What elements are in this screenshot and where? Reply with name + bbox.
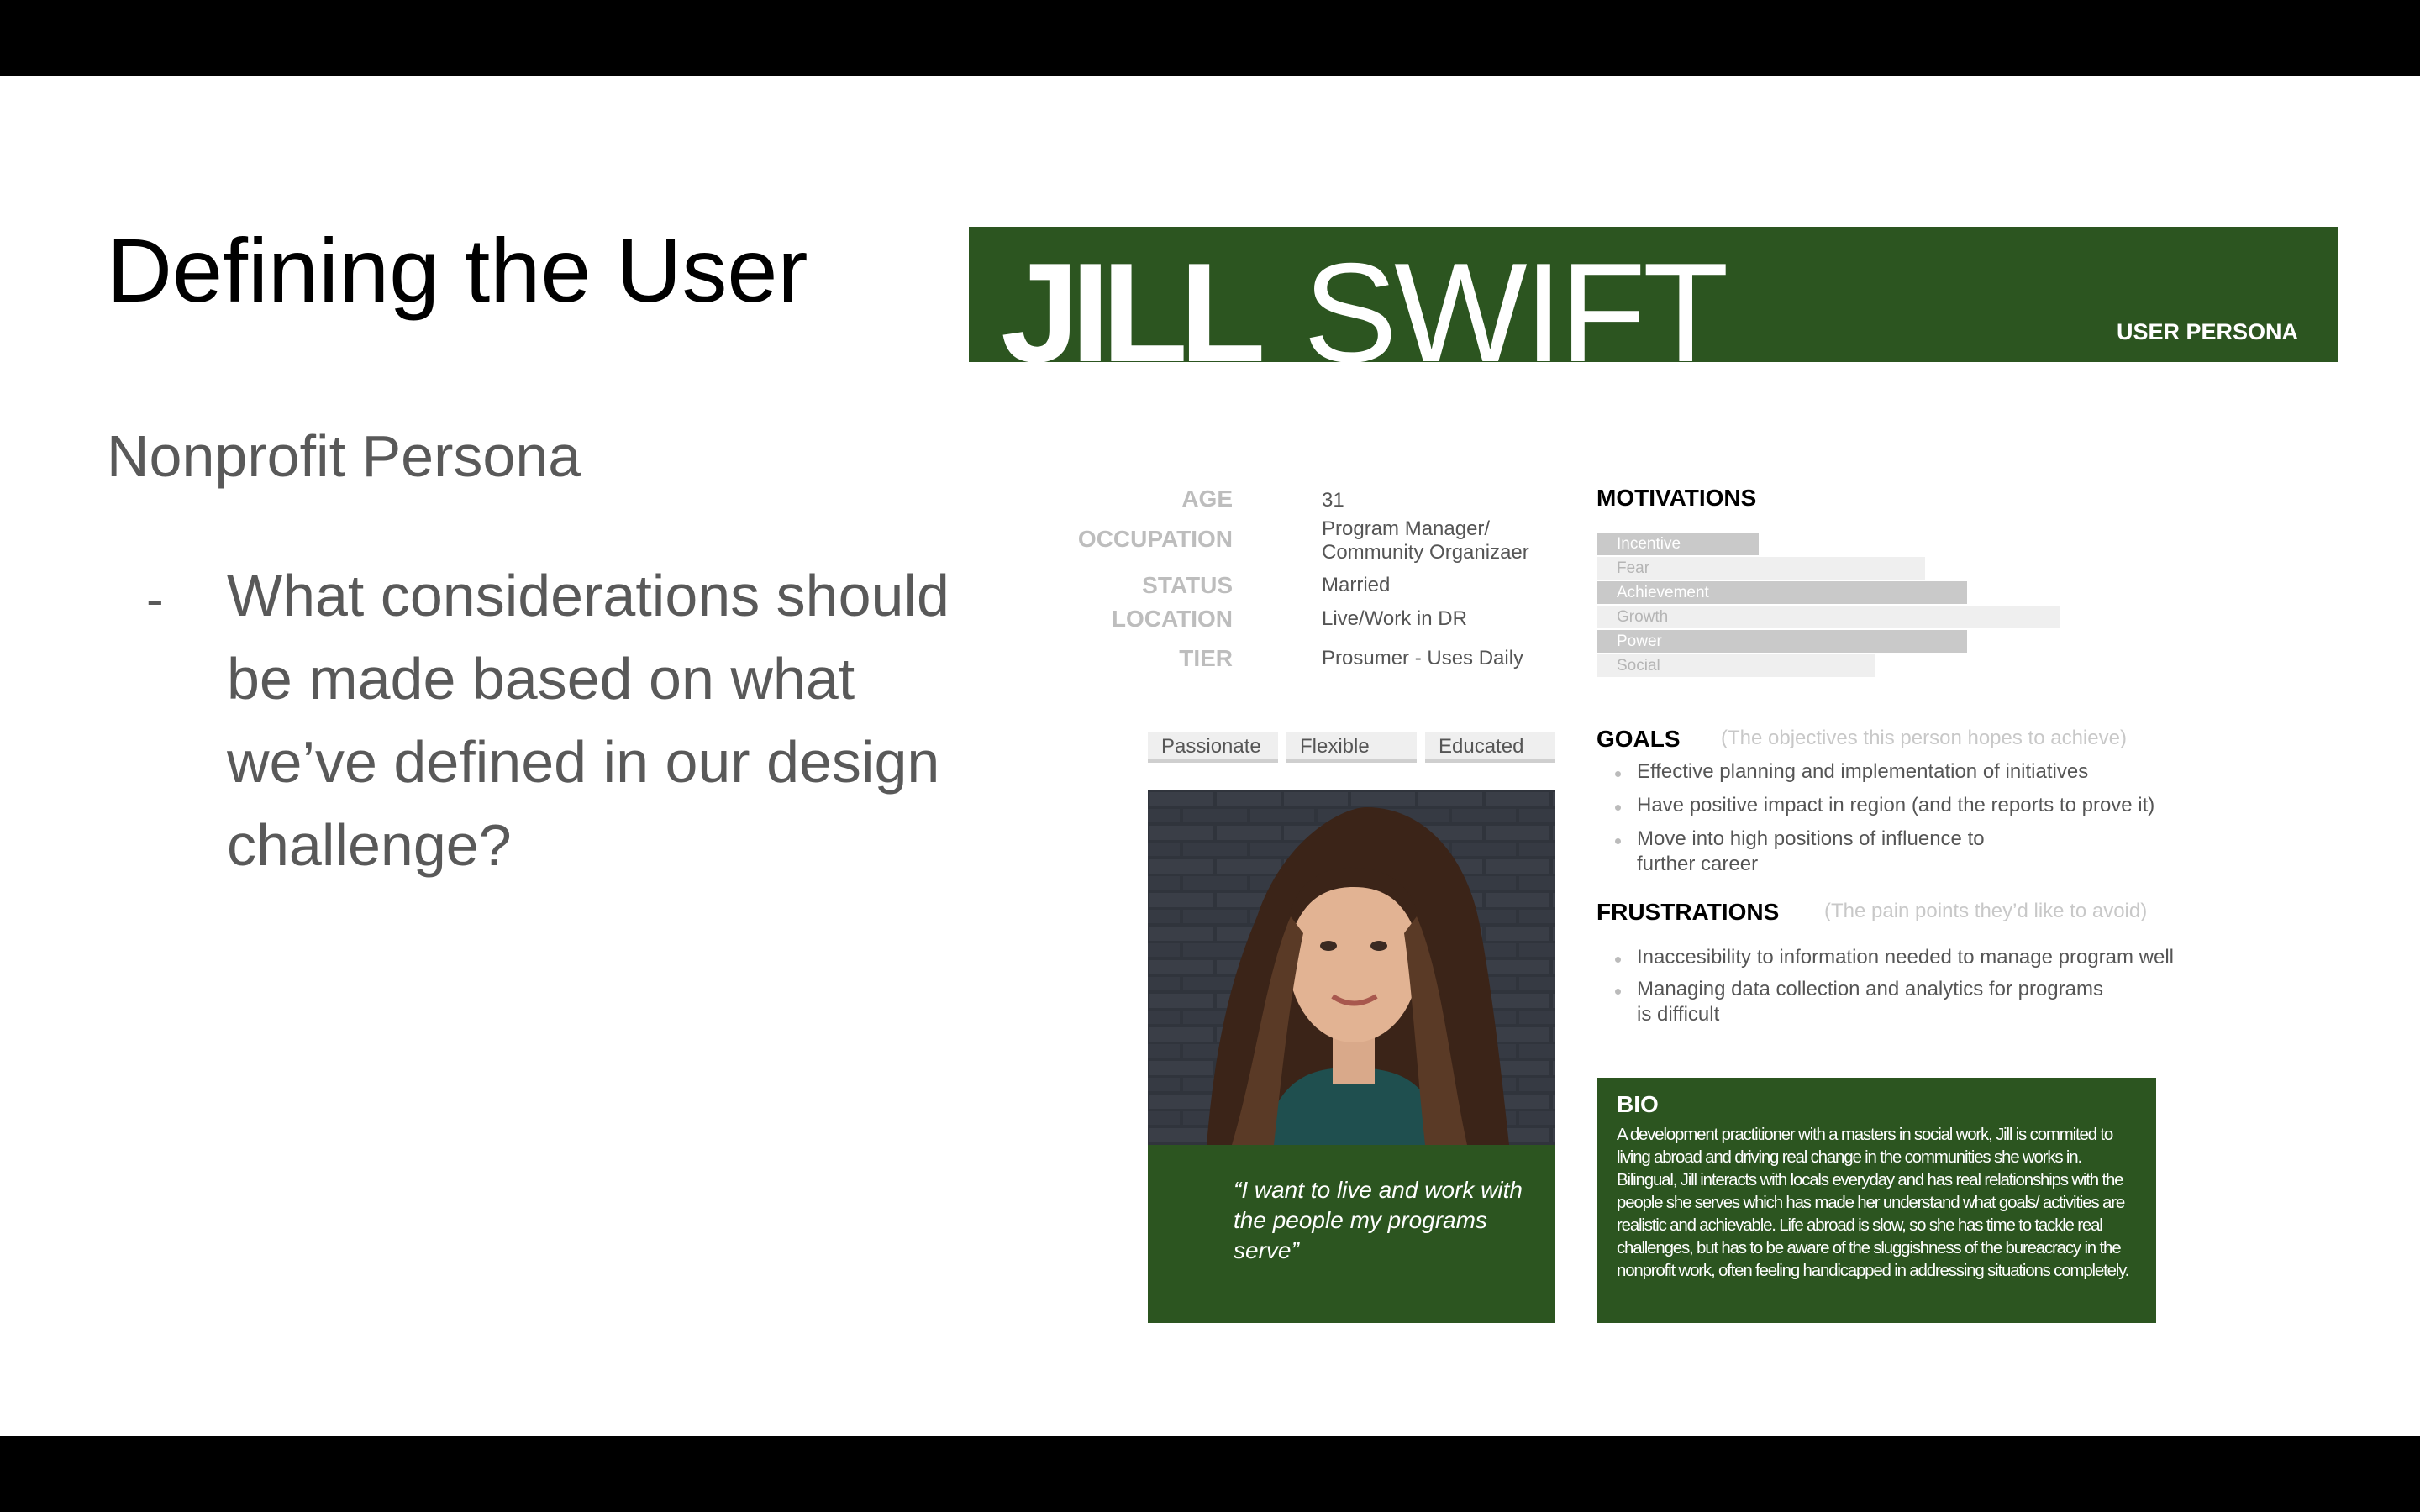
bullet-marker: -	[146, 570, 164, 628]
frustrations-title: FRUSTRATIONS	[1597, 899, 1780, 925]
quote-box: “I want to live and work with the people…	[1148, 1145, 1555, 1323]
frustration-text: Managing data collection and analytics f…	[1637, 978, 2103, 1026]
info-value: Live/Work in DR	[1322, 607, 1467, 630]
goal-text: Have positive impact in region (and the …	[1637, 794, 2155, 816]
info-label: STATUS	[1142, 572, 1233, 598]
info-value: Prosumer - Uses Daily	[1322, 647, 1524, 669]
slide: Defining the User Nonprofit Persona - Wh…	[0, 76, 2420, 1436]
bullet-dot-icon	[1615, 957, 1621, 963]
bio-title: BIO	[1617, 1091, 1659, 1117]
bullet-dot-icon	[1615, 838, 1621, 844]
trait-tag: Passionate	[1148, 732, 1278, 763]
info-value: 31	[1322, 489, 1344, 512]
slide-subtitle: Nonprofit Persona	[107, 423, 581, 489]
frustration-text: Inaccesibility to information needed to …	[1637, 946, 2175, 969]
persona-last-name: SWIFT	[1303, 234, 1729, 362]
motivation-bar-social: Social	[1597, 654, 1875, 677]
bullet-dot-icon	[1615, 989, 1621, 995]
slide-title: Defining the User	[107, 219, 808, 321]
frustrations-hint: (The pain points they’d like to avoid)	[1824, 900, 2148, 922]
bullet-text: What considerations should be made based…	[227, 563, 950, 878]
motivation-bar-incentive: Incentive	[1597, 533, 1759, 555]
info-value: Program Manager/	[1322, 517, 1491, 540]
persona-label: USER PERSONA	[2116, 319, 2298, 344]
bullet-dot-icon	[1615, 771, 1621, 777]
persona-first-name: JILL	[1001, 234, 1265, 362]
motivation-bar-fear: Fear	[1597, 557, 1925, 580]
motivation-bar-achievement: Achievement	[1597, 581, 1967, 604]
info-value: Married	[1322, 574, 1391, 596]
persona-quote: “I want to live and work with the people…	[1234, 1177, 1523, 1263]
info-label: TIER	[1179, 645, 1233, 671]
bullet-dot-icon	[1615, 805, 1621, 811]
info-label: LOCATION	[1111, 606, 1233, 632]
persona-card: JILL SWIFT USER PERSONA AGE 31 OCCUPATIO…	[969, 227, 2338, 1332]
goals-title: GOALS	[1597, 726, 1681, 752]
trait-tag: Flexible	[1286, 732, 1417, 763]
goal-text: Move into high positions of influence to…	[1637, 827, 1985, 875]
motivation-bar-growth: Growth	[1597, 606, 2060, 628]
persona-header: JILL SWIFT USER PERSONA	[969, 227, 2338, 362]
motivations-title: MOTIVATIONS	[1597, 485, 1757, 511]
trait-tag: Educated	[1425, 732, 1555, 763]
info-label: OCCUPATION	[1077, 526, 1233, 552]
goal-text: Effective planning and implementation of…	[1637, 760, 2089, 783]
persona-photo	[1148, 790, 1555, 1145]
info-value-line2: Community Organizaer	[1322, 541, 1529, 564]
motivation-bar-power: Power	[1597, 630, 1967, 653]
bio-box: BIO A development practitioner with a ma…	[1597, 1078, 2156, 1323]
bio-text: A development practitioner with a master…	[1617, 1125, 2129, 1280]
goals-hint: (The objectives this person hopes to ach…	[1721, 727, 2127, 749]
info-label: AGE	[1181, 486, 1233, 512]
